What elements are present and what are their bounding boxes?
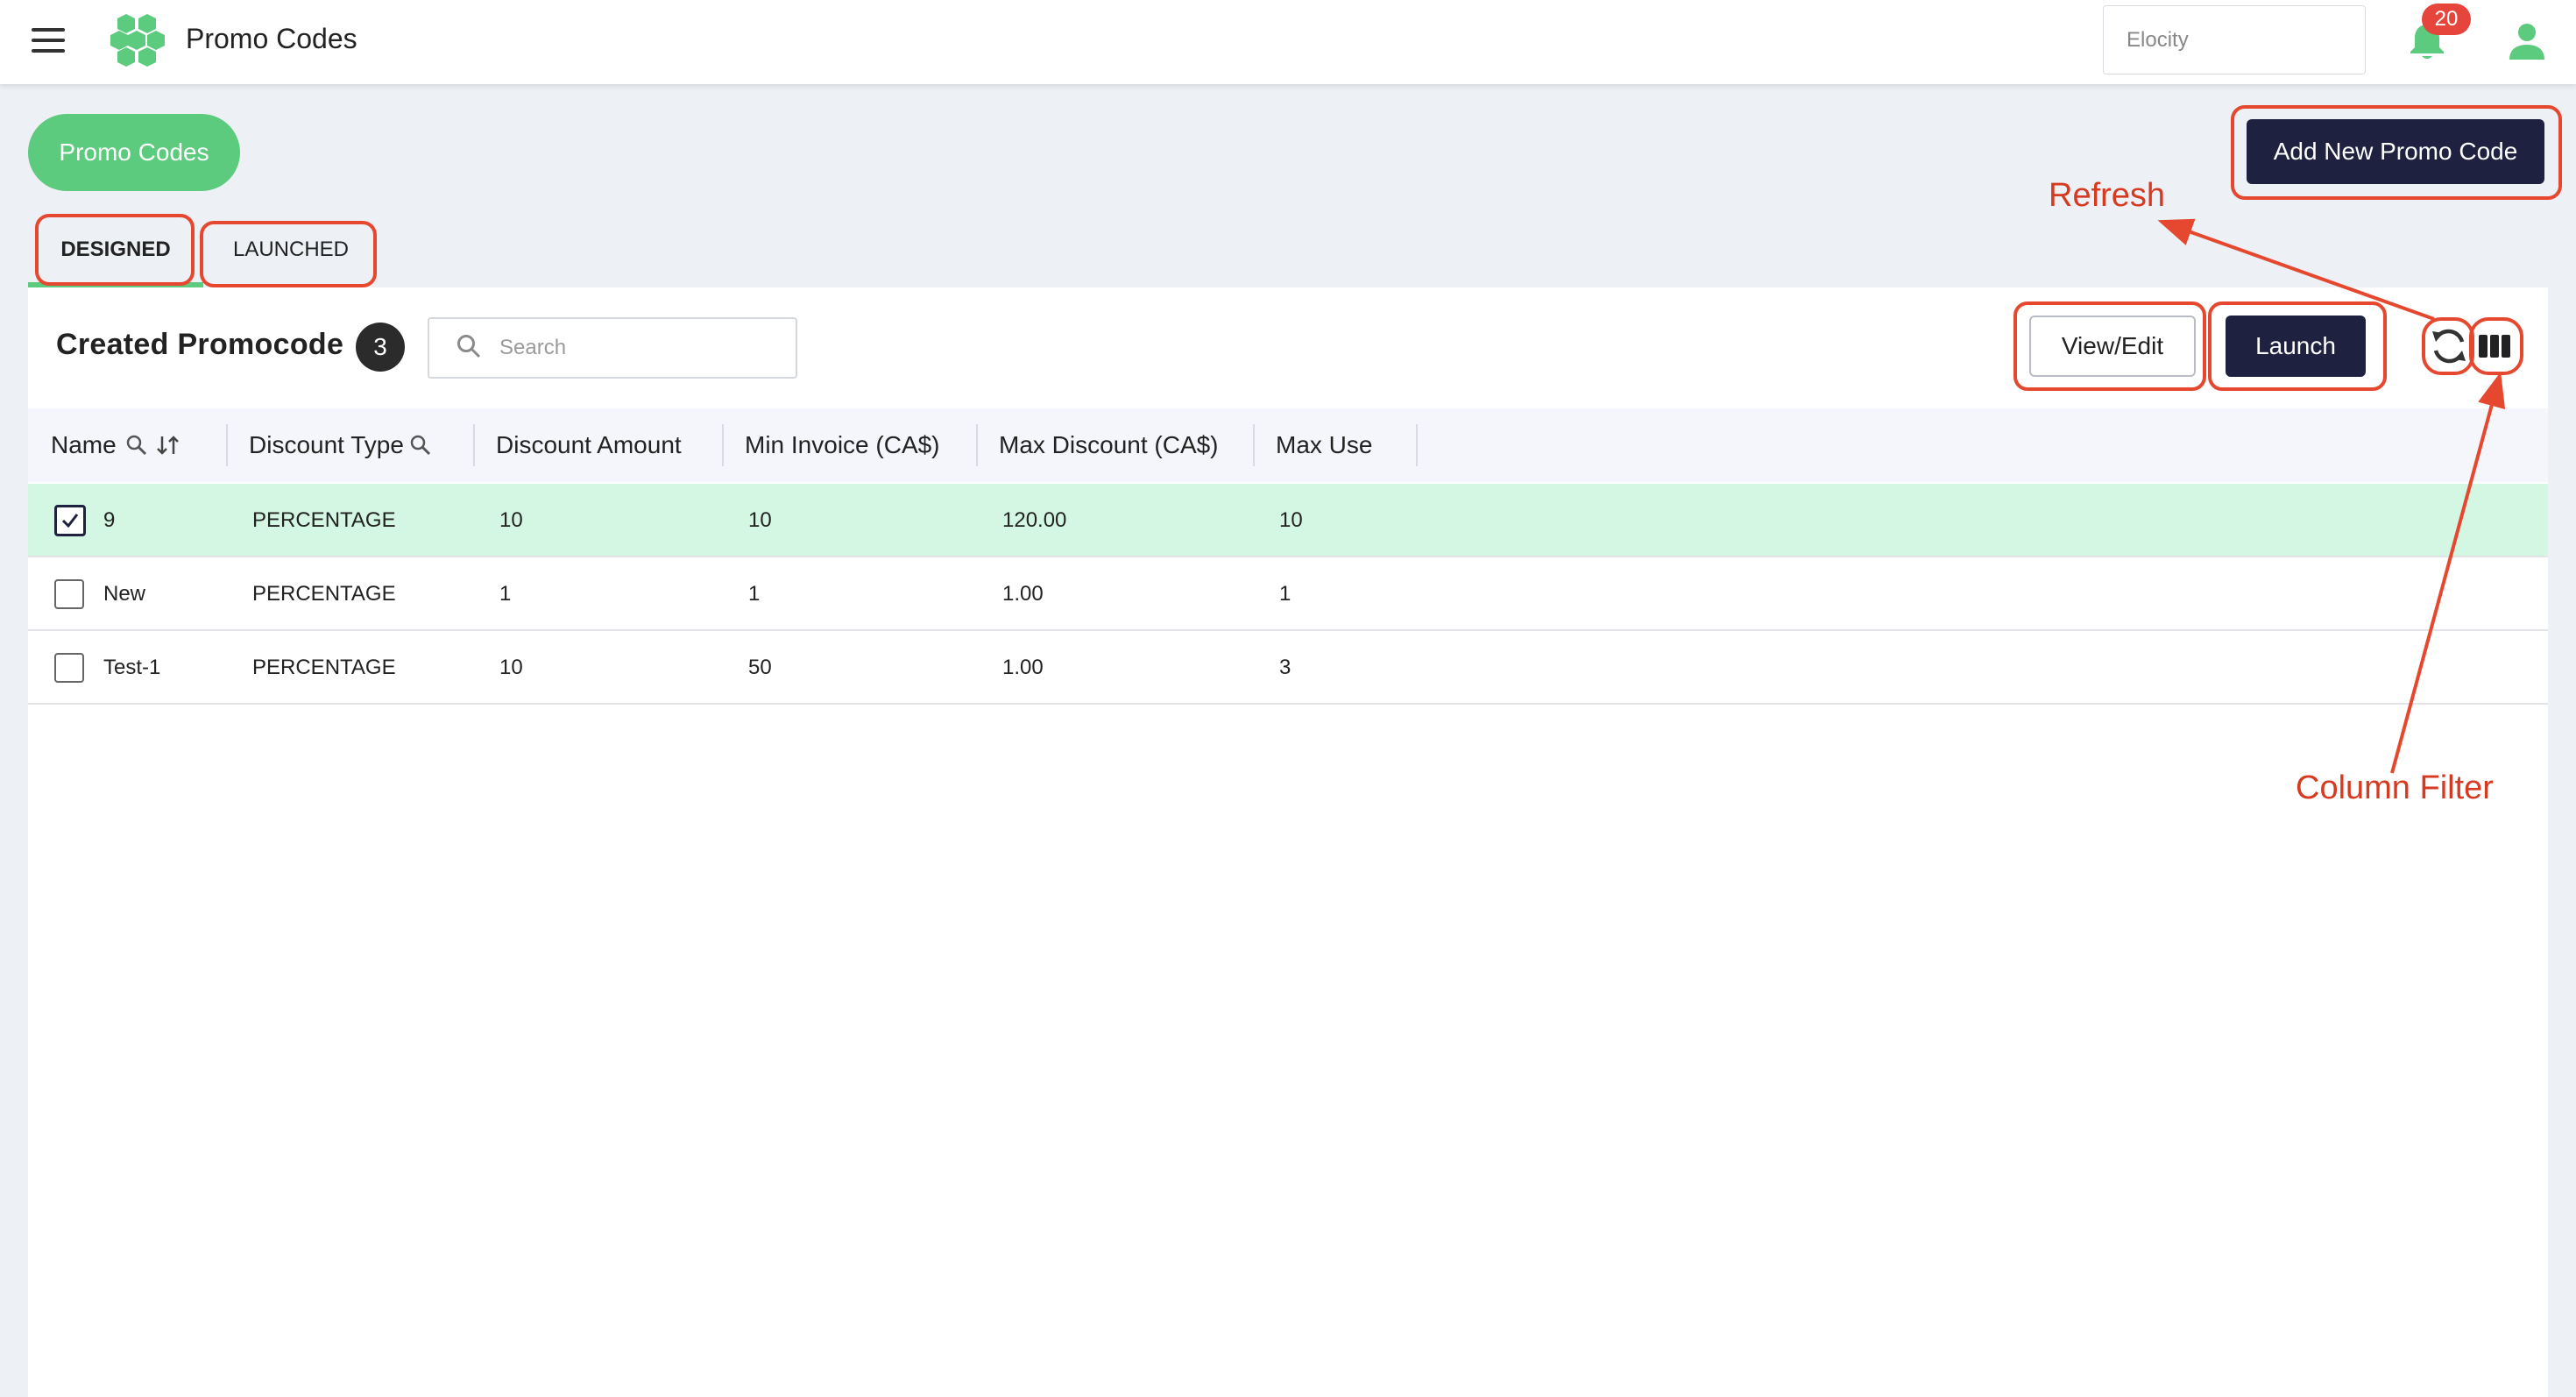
annotation-label-refresh: Refresh [2049, 177, 2166, 214]
annotation-label-column-filter: Column Filter [2296, 769, 2494, 806]
annotation-arrows [2157, 218, 2506, 774]
